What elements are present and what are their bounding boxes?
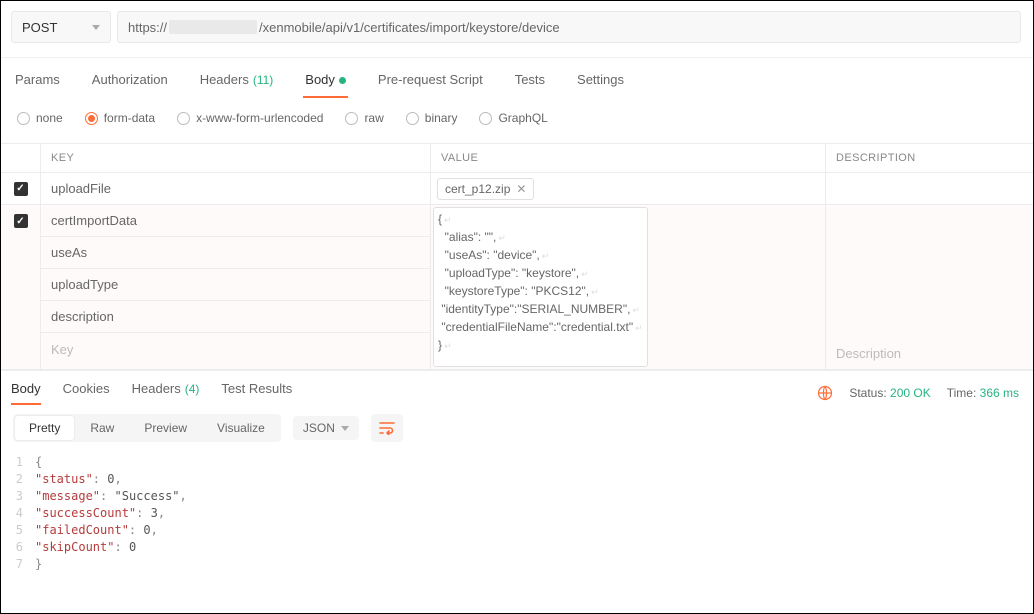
radio-raw[interactable]: raw <box>345 111 383 125</box>
url-prefix: https:// <box>128 20 167 35</box>
radio-icon <box>406 112 419 125</box>
value-cell[interactable]: cert_p12.zip ✕ <box>431 173 826 204</box>
body-type-radios: none form-data x-www-form-urlencoded raw… <box>1 97 1033 143</box>
json-value-textarea[interactable]: {↵ "alias": "",↵ "useAs": "device",↵ "up… <box>433 207 648 367</box>
format-select[interactable]: JSON <box>293 416 359 440</box>
http-method-label: POST <box>22 20 57 35</box>
key-cell[interactable]: description <box>41 301 430 333</box>
body-modified-indicator-icon <box>339 77 346 84</box>
http-method-select[interactable]: POST <box>11 11 111 43</box>
key-cell[interactable]: Key <box>41 333 430 365</box>
tab-authorization[interactable]: Authorization <box>90 68 170 97</box>
table-row: certImportData useAs uploadType descript… <box>1 205 1033 370</box>
close-icon[interactable]: ✕ <box>516 182 526 196</box>
row-checkbox-cell[interactable] <box>1 173 41 204</box>
wrap-lines-button[interactable] <box>371 414 403 442</box>
status-label: Status: 200 OK <box>849 386 930 400</box>
radio-icon <box>85 112 98 125</box>
key-stack: certImportData useAs uploadType descript… <box>41 205 431 369</box>
key-cell[interactable]: certImportData <box>41 205 430 237</box>
checkbox-icon <box>14 214 28 228</box>
radio-graphql[interactable]: GraphQL <box>479 111 547 125</box>
url-obscured-host <box>169 20 257 34</box>
request-url-bar: POST https:// /xenmobile/api/v1/certifica… <box>1 1 1033 58</box>
response-body-code[interactable]: 1{2 "status": 0,3 "message": "Success",4… <box>1 450 1033 573</box>
tab-body[interactable]: Body <box>303 68 348 97</box>
time-value: 366 ms <box>980 386 1019 400</box>
format-label: JSON <box>303 421 335 435</box>
key-cell[interactable]: uploadFile <box>41 173 431 204</box>
resp-tab-headers[interactable]: Headers(4) <box>132 381 200 404</box>
tab-tests[interactable]: Tests <box>513 68 547 97</box>
col-desc-header: DESCRIPTION <box>826 144 1033 172</box>
time-label: Time: 366 ms <box>947 386 1019 400</box>
globe-icon <box>817 385 833 401</box>
radio-binary[interactable]: binary <box>406 111 458 125</box>
response-toolbar: Pretty Raw Preview Visualize JSON <box>1 404 1033 450</box>
wrap-icon <box>379 421 395 435</box>
col-value-header: VALUE <box>431 144 826 172</box>
url-suffix: /xenmobile/api/v1/certificates/import/ke… <box>259 20 560 35</box>
desc-stack: Description <box>826 205 1033 369</box>
radio-xwww[interactable]: x-www-form-urlencoded <box>177 111 323 125</box>
key-cell[interactable]: uploadType <box>41 269 430 301</box>
kv-header-row: KEY VALUE DESCRIPTION <box>1 144 1033 173</box>
tab-settings[interactable]: Settings <box>575 68 626 97</box>
desc-cell[interactable]: Description <box>826 337 1033 369</box>
value-cell: {↵ "alias": "",↵ "useAs": "device",↵ "up… <box>431 205 826 369</box>
desc-placeholder: Description <box>836 346 901 361</box>
tab-headers[interactable]: Headers(11) <box>198 68 276 97</box>
view-visualize-button[interactable]: Visualize <box>203 416 279 440</box>
radio-icon <box>479 112 492 125</box>
chevron-down-icon <box>92 25 100 30</box>
radio-icon <box>17 112 30 125</box>
url-input[interactable]: https:// /xenmobile/api/v1/certificates/i… <box>117 11 1021 43</box>
view-pretty-button[interactable]: Pretty <box>15 416 74 440</box>
table-row: uploadFile cert_p12.zip ✕ <box>1 173 1033 205</box>
form-data-table: KEY VALUE DESCRIPTION uploadFile cert_p1… <box>1 143 1033 370</box>
status-value: 200 OK <box>890 386 931 400</box>
tab-prerequest[interactable]: Pre-request Script <box>376 68 485 97</box>
resp-headers-count: (4) <box>185 382 200 396</box>
view-preview-button[interactable]: Preview <box>130 416 201 440</box>
checkbox-icon <box>14 182 28 196</box>
tab-params[interactable]: Params <box>13 68 62 97</box>
chevron-down-icon <box>341 426 349 431</box>
desc-cell[interactable] <box>826 173 1033 204</box>
json-value-content: {↵ "alias": "",↵ "useAs": "device",↵ "up… <box>434 208 647 358</box>
resp-tab-tests[interactable]: Test Results <box>221 381 292 404</box>
request-tabs: Params Authorization Headers(11) Body Pr… <box>1 58 1033 97</box>
view-mode-group: Pretty Raw Preview Visualize <box>13 414 281 442</box>
file-chip-label: cert_p12.zip <box>445 182 510 196</box>
resp-tab-cookies[interactable]: Cookies <box>63 381 110 404</box>
radio-icon <box>345 112 358 125</box>
response-meta: Status: 200 OK Time: 366 ms <box>817 385 1019 401</box>
response-tabs: Body Cookies Headers(4) Test Results <box>11 381 292 404</box>
headers-count: (11) <box>253 73 273 87</box>
radio-icon <box>177 112 190 125</box>
resp-tab-body[interactable]: Body <box>11 381 41 404</box>
col-check-header <box>1 144 41 172</box>
view-raw-button[interactable]: Raw <box>76 416 128 440</box>
key-placeholder: Key <box>51 342 73 357</box>
file-chip[interactable]: cert_p12.zip ✕ <box>437 178 534 200</box>
radio-form-data[interactable]: form-data <box>85 111 155 125</box>
response-bar: Body Cookies Headers(4) Test Results Sta… <box>1 370 1033 404</box>
key-cell[interactable]: useAs <box>41 237 430 269</box>
radio-none[interactable]: none <box>17 111 63 125</box>
col-key-header: KEY <box>41 144 431 172</box>
row-checkbox-cell[interactable] <box>1 205 41 369</box>
